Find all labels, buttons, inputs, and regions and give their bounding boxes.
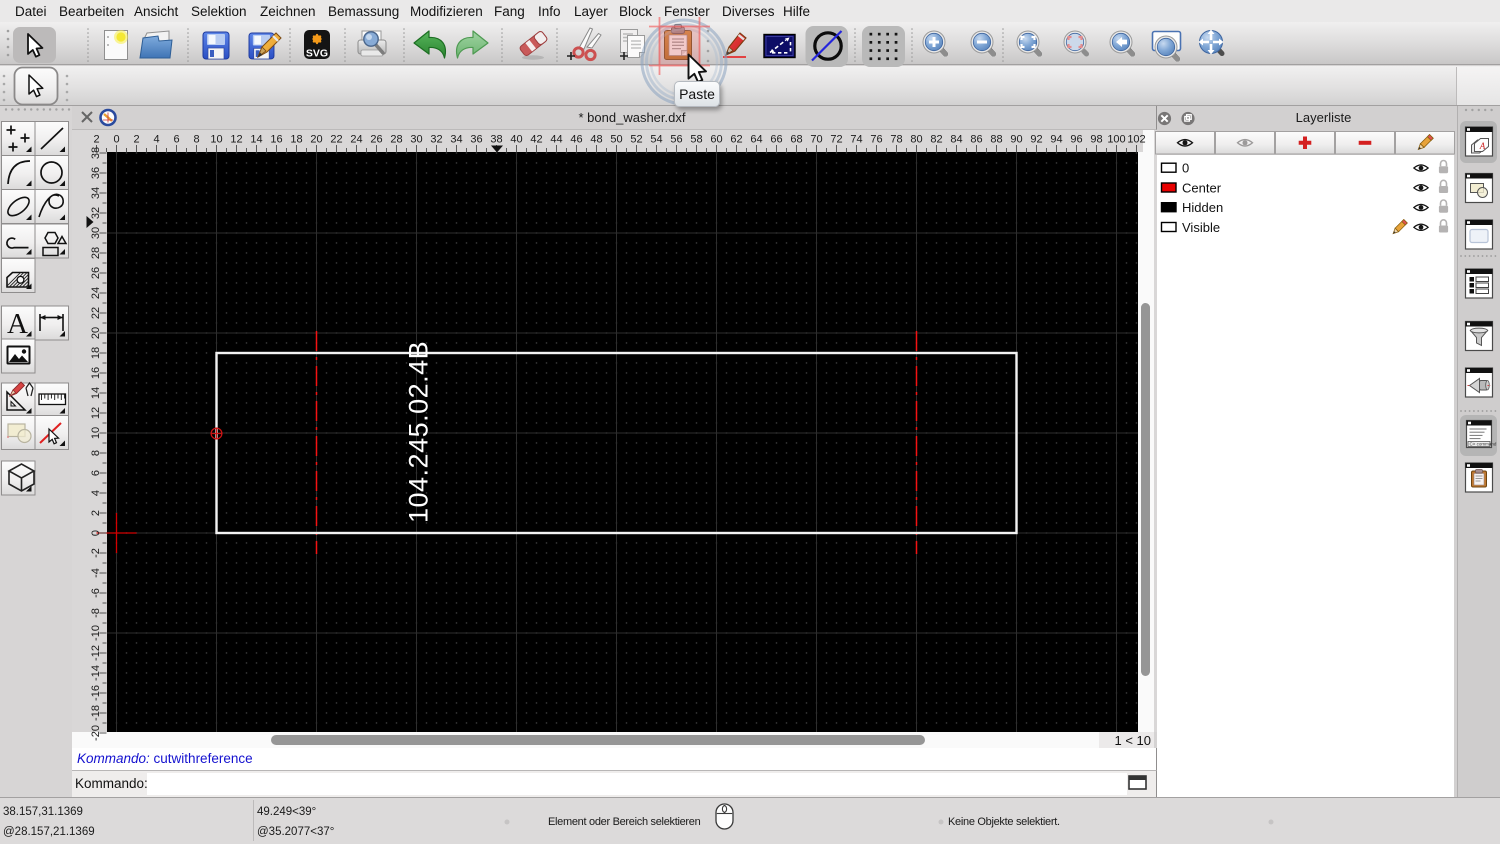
svg-text:32: 32	[430, 134, 442, 146]
svg-text:88: 88	[990, 134, 1002, 146]
svg-text:80: 80	[910, 134, 922, 146]
svg-text:Center: Center	[1182, 180, 1222, 195]
svg-text:38: 38	[490, 134, 502, 146]
svg-text:-2: -2	[90, 548, 102, 558]
svg-text:74: 74	[850, 134, 862, 146]
svg-text:20: 20	[90, 327, 102, 339]
svg-text:-18: -18	[90, 705, 102, 721]
svg-text:C> command: C> command	[1470, 442, 1497, 447]
svg-text:24: 24	[90, 287, 102, 299]
svg-text:38: 38	[90, 147, 102, 159]
svg-text:-20: -20	[90, 725, 102, 741]
svg-text:96: 96	[1070, 134, 1082, 146]
svg-text:2: 2	[93, 134, 99, 146]
svg-text:30: 30	[90, 227, 102, 239]
svg-text:A: A	[7, 308, 28, 340]
svg-text:0: 0	[1182, 161, 1189, 176]
svg-text:68: 68	[790, 134, 802, 146]
svg-text:A: A	[1479, 141, 1486, 151]
svg-text:54: 54	[650, 134, 662, 146]
svg-text:-16: -16	[90, 685, 102, 701]
svg-text:0: 0	[90, 530, 102, 536]
svg-text:36: 36	[90, 167, 102, 179]
svg-text:60: 60	[710, 134, 722, 146]
svg-text:66: 66	[770, 134, 782, 146]
svg-text:40: 40	[510, 134, 522, 146]
svg-text:-8: -8	[90, 608, 102, 618]
svg-text:64: 64	[750, 134, 762, 146]
svg-text:8: 8	[90, 450, 102, 456]
svg-text:76: 76	[870, 134, 882, 146]
svg-text:36: 36	[470, 134, 482, 146]
svg-text:42: 42	[530, 134, 542, 146]
svg-text:18: 18	[90, 347, 102, 359]
svg-text:14: 14	[90, 387, 102, 399]
svg-text:20: 20	[310, 134, 322, 146]
svg-text:2: 2	[90, 510, 102, 516]
svg-text:10: 10	[210, 134, 222, 146]
svg-text:92: 92	[1030, 134, 1042, 146]
svg-text:84: 84	[950, 134, 962, 146]
svg-text:28: 28	[390, 134, 402, 146]
svg-text:22: 22	[90, 307, 102, 319]
svg-text:58: 58	[690, 134, 702, 146]
svg-text:-10: -10	[90, 625, 102, 641]
svg-text:16: 16	[270, 134, 282, 146]
svg-text:46: 46	[570, 134, 582, 146]
svg-text:Hidden: Hidden	[1182, 200, 1223, 215]
svg-text:48: 48	[590, 134, 602, 146]
svg-text:94: 94	[1050, 134, 1062, 146]
svg-text:0: 0	[113, 134, 119, 146]
svg-text:SVG: SVG	[306, 48, 328, 60]
svg-text:-6: -6	[90, 588, 102, 598]
svg-text:10: 10	[90, 427, 102, 439]
svg-text:52: 52	[630, 134, 642, 146]
svg-text:-12: -12	[90, 645, 102, 661]
svg-text:26: 26	[90, 267, 102, 279]
svg-text:100: 100	[1107, 134, 1125, 146]
svg-text:2: 2	[133, 134, 139, 146]
svg-text:18: 18	[290, 134, 302, 146]
svg-text:28: 28	[90, 247, 102, 259]
svg-text:24: 24	[350, 134, 362, 146]
svg-text:8: 8	[193, 134, 199, 146]
svg-text:32: 32	[90, 207, 102, 219]
svg-text:Visible: Visible	[1182, 220, 1220, 235]
svg-text:56: 56	[670, 134, 682, 146]
svg-text:90: 90	[1010, 134, 1022, 146]
svg-text:-4: -4	[90, 568, 102, 578]
svg-text:86: 86	[970, 134, 982, 146]
svg-text:14: 14	[250, 134, 262, 146]
svg-text:22: 22	[330, 134, 342, 146]
svg-text:104.245.02.4B: 104.245.02.4B	[404, 341, 434, 523]
svg-text:62: 62	[730, 134, 742, 146]
svg-text:34: 34	[90, 187, 102, 199]
svg-text:70: 70	[810, 134, 822, 146]
svg-text:50: 50	[610, 134, 622, 146]
svg-text:12: 12	[90, 407, 102, 419]
svg-text:34: 34	[450, 134, 462, 146]
svg-text:26: 26	[370, 134, 382, 146]
svg-text:12: 12	[230, 134, 242, 146]
svg-text:30: 30	[410, 134, 422, 146]
svg-text:82: 82	[930, 134, 942, 146]
svg-text:72: 72	[830, 134, 842, 146]
svg-text:102: 102	[1127, 134, 1145, 146]
svg-text:6: 6	[173, 134, 179, 146]
svg-text:16: 16	[90, 367, 102, 379]
svg-text:98: 98	[1090, 134, 1102, 146]
svg-text:4: 4	[90, 490, 102, 496]
svg-text:78: 78	[890, 134, 902, 146]
svg-text:4: 4	[153, 134, 159, 146]
svg-text:44: 44	[550, 134, 562, 146]
svg-text:-14: -14	[90, 665, 102, 681]
svg-text:6: 6	[90, 470, 102, 476]
